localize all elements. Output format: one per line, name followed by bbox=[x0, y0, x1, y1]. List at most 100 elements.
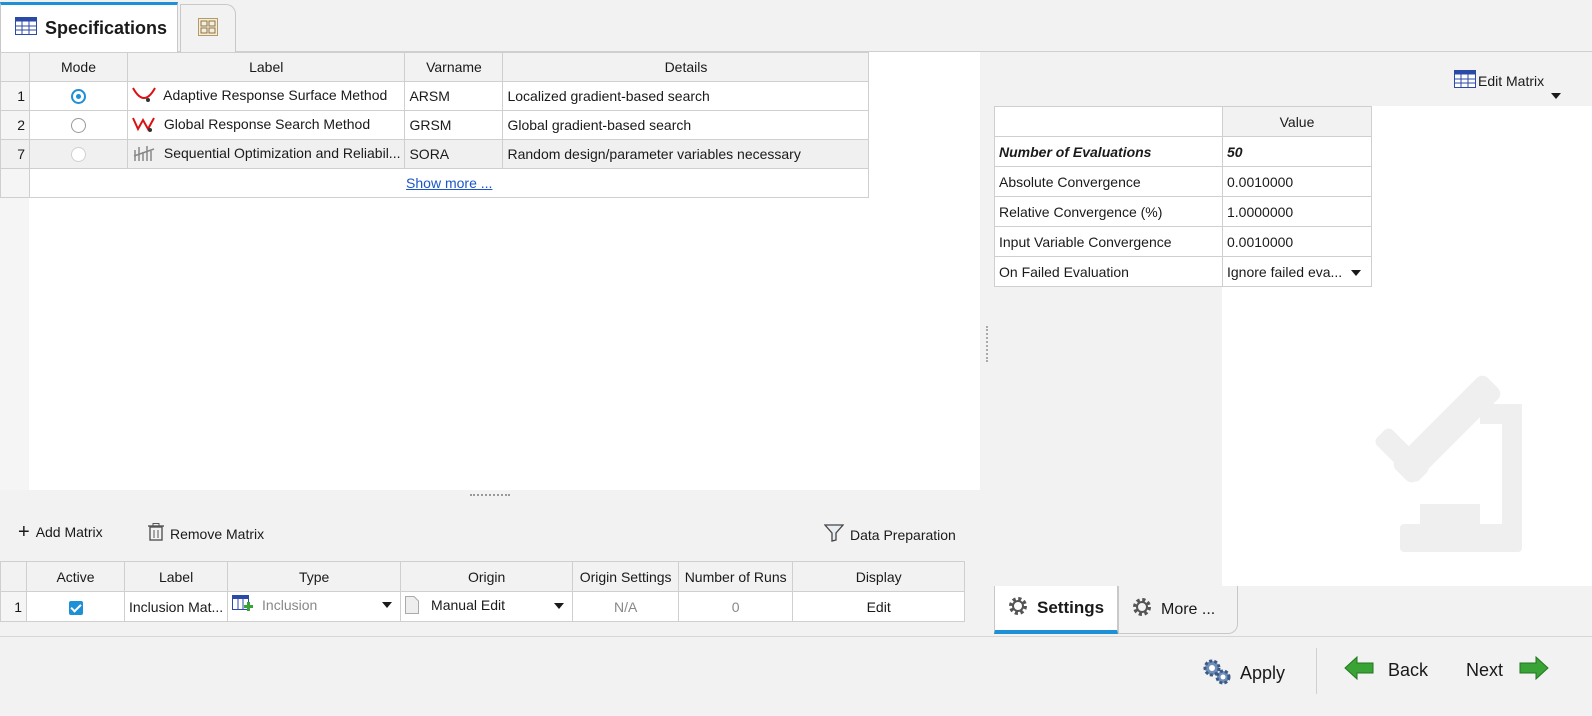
col-label[interactable]: Label bbox=[126, 52, 406, 82]
table-row[interactable]: Input Variable Convergence 0.0010000 bbox=[994, 226, 1372, 257]
grid-layout-icon bbox=[198, 18, 218, 39]
table-row[interactable]: Absolute Convergence 0.0010000 bbox=[994, 166, 1372, 197]
method-varname: GRSM bbox=[404, 110, 504, 140]
col-matrix-label[interactable]: Label bbox=[123, 561, 229, 592]
gear-icon bbox=[1007, 595, 1029, 622]
col-origin[interactable]: Origin bbox=[400, 561, 574, 592]
tab-specifications-label: Specifications bbox=[45, 18, 168, 38]
back-button[interactable]: Back bbox=[1344, 655, 1429, 685]
col-value: Value bbox=[1222, 106, 1372, 137]
tab-bar bbox=[0, 0, 1592, 52]
table-row[interactable]: Relative Convergence (%) 1.0000000 bbox=[994, 196, 1372, 227]
method-varname: SORA bbox=[404, 139, 504, 169]
trash-icon bbox=[148, 523, 164, 544]
tab-settings[interactable]: Settings bbox=[994, 586, 1118, 634]
table-icon bbox=[15, 17, 37, 40]
data-preparation-label: Data Preparation bbox=[850, 526, 956, 543]
method-details: Random design/parameter variables necess… bbox=[502, 139, 870, 169]
table-row[interactable]: 1 Inclusion Mat... Inclusion Manual Edit… bbox=[0, 591, 966, 622]
mode-radio-sora[interactable] bbox=[71, 147, 86, 163]
origin-value: Manual Edit bbox=[431, 597, 505, 614]
matrix-table: Active Label Type Origin Origin Settings… bbox=[0, 561, 966, 622]
table-row[interactable]: 1 Adaptive Response Surface Method ARSM … bbox=[0, 81, 870, 111]
tab-specifications[interactable]: Specifications bbox=[0, 2, 178, 52]
number-of-evaluations-value[interactable]: 50 bbox=[1222, 136, 1372, 167]
table-row[interactable]: On Failed Evaluation Ignore failed eva..… bbox=[994, 256, 1372, 287]
param-label: On Failed Evaluation bbox=[994, 256, 1223, 287]
chevron-down-icon[interactable] bbox=[1551, 93, 1561, 99]
method-label: Sequential Optimization and Reliabil... bbox=[163, 144, 401, 161]
mode-radio-arsm[interactable] bbox=[71, 89, 86, 105]
param-label: Number of Evaluations bbox=[994, 136, 1223, 167]
gear-icon bbox=[1131, 596, 1153, 623]
footer-divider bbox=[1316, 648, 1317, 694]
vertical-splitter[interactable] bbox=[986, 326, 988, 362]
parameters-table: Value Number of Evaluations 50 Absolute … bbox=[994, 106, 1372, 287]
relative-convergence-value[interactable]: 1.0000000 bbox=[1222, 196, 1372, 227]
tab-settings-label: Settings bbox=[1037, 598, 1105, 617]
grsm-method-icon bbox=[132, 115, 156, 136]
plus-icon: + bbox=[18, 521, 30, 543]
col-active[interactable]: Active bbox=[26, 561, 125, 592]
type-select[interactable]: Inclusion bbox=[227, 591, 402, 622]
col-display[interactable]: Display bbox=[792, 561, 966, 592]
col-number-of-runs[interactable]: Number of Runs bbox=[678, 561, 794, 592]
col-origin-settings[interactable]: Origin Settings bbox=[572, 561, 680, 592]
table-icon bbox=[1454, 70, 1476, 91]
matrix-label-cell[interactable]: Inclusion Mat... bbox=[123, 591, 229, 622]
edit-button[interactable]: Edit bbox=[792, 591, 966, 622]
row-number: 2 bbox=[0, 110, 30, 140]
col-varname[interactable]: Varname bbox=[404, 52, 504, 82]
method-details: Localized gradient-based search bbox=[502, 81, 870, 111]
tab-grid-view[interactable] bbox=[180, 4, 236, 52]
method-label: Global Response Search Method bbox=[163, 115, 371, 132]
tab-more-label: More ... bbox=[1161, 600, 1216, 618]
active-checkbox[interactable] bbox=[68, 600, 83, 615]
col-details[interactable]: Details bbox=[502, 52, 870, 82]
next-button[interactable]: Next bbox=[1466, 655, 1549, 685]
mode-radio-grsm[interactable] bbox=[71, 118, 86, 134]
on-failed-evaluation-value: Ignore failed eva... bbox=[1227, 263, 1343, 280]
origin-select[interactable]: Manual Edit bbox=[400, 591, 574, 622]
gears-icon bbox=[1200, 656, 1232, 691]
tab-more[interactable]: More ... bbox=[1118, 586, 1238, 634]
origin-settings-cell: N/A bbox=[572, 591, 680, 622]
table-row[interactable]: Number of Evaluations 50 bbox=[994, 136, 1372, 167]
horizontal-splitter[interactable] bbox=[470, 494, 510, 498]
arsm-method-icon bbox=[132, 86, 156, 107]
method-varname: ARSM bbox=[404, 81, 504, 111]
apply-button[interactable]: Apply bbox=[1200, 656, 1285, 691]
next-label: Next bbox=[1466, 660, 1504, 680]
chevron-down-icon bbox=[554, 603, 565, 609]
absolute-convergence-value[interactable]: 0.0010000 bbox=[1222, 166, 1372, 197]
table-row[interactable]: 2 Global Response Search Method GRSM Glo… bbox=[0, 110, 870, 140]
edit-matrix-button[interactable]: Edit Matrix bbox=[1454, 70, 1544, 91]
apply-label: Apply bbox=[1240, 663, 1286, 683]
document-icon bbox=[405, 596, 420, 617]
on-failed-evaluation-select[interactable]: Ignore failed eva... bbox=[1222, 256, 1372, 287]
data-preparation-button[interactable]: Data Preparation bbox=[823, 524, 956, 545]
col-type[interactable]: Type bbox=[227, 561, 402, 592]
add-matrix-button[interactable]: + Add Matrix bbox=[18, 521, 103, 543]
remove-matrix-button[interactable]: Remove Matrix bbox=[148, 523, 264, 544]
sora-method-icon bbox=[132, 144, 156, 165]
arrow-left-icon bbox=[1344, 655, 1374, 685]
remove-matrix-label: Remove Matrix bbox=[170, 525, 265, 542]
param-label: Relative Convergence (%) bbox=[994, 196, 1223, 227]
row-number: 1 bbox=[0, 81, 30, 111]
back-label: Back bbox=[1388, 660, 1429, 680]
col-mode[interactable]: Mode bbox=[29, 52, 128, 82]
show-more-link[interactable]: Show more ... bbox=[406, 175, 492, 191]
methods-table: Mode Label Varname Details 1 Adaptive Re… bbox=[0, 52, 870, 198]
type-value: Inclusion bbox=[262, 597, 318, 614]
param-label: Absolute Convergence bbox=[994, 166, 1223, 197]
add-matrix-label: Add Matrix bbox=[35, 524, 103, 540]
param-label: Input Variable Convergence bbox=[994, 226, 1223, 257]
inclusion-matrix-icon bbox=[232, 595, 254, 618]
input-variable-convergence-value[interactable]: 0.0010000 bbox=[1222, 226, 1372, 257]
chevron-down-icon bbox=[382, 602, 393, 608]
table-row[interactable]: 7 Sequential Optimization and Reliabil..… bbox=[0, 139, 870, 169]
arrow-right-icon bbox=[1519, 655, 1549, 685]
microscope-watermark-icon bbox=[1362, 344, 1542, 561]
number-of-runs-cell: 0 bbox=[678, 591, 794, 622]
